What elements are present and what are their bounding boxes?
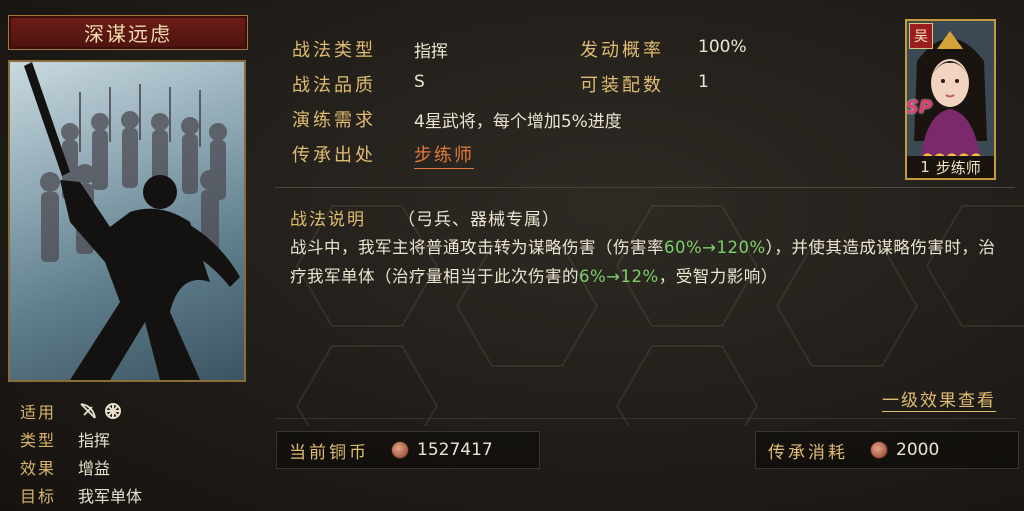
type-label: 类型 [20,431,57,450]
currency-panel: 当前铜币 1527417 [276,431,540,469]
hero-name-bar: 1 步练师 [907,156,994,178]
hero-level: 1 [920,158,930,176]
copper-coin-icon [870,441,888,459]
usable-label: 适用 [20,403,57,422]
effect-value: 增益 [78,459,111,478]
cost-panel: 传承消耗 2000 [755,431,1019,469]
effect-label: 效果 [20,459,57,478]
trigger-rate-label: 发动概率 [580,40,664,61]
skill-title-banner: 深谋远虑 [8,15,248,50]
requirement-label: 演练需求 [292,110,376,131]
hero-card[interactable]: 吴 SP ●●●●● 1 步练师 [905,19,996,180]
stat-type-value: 指挥 [414,42,448,62]
siege-wheel-icon [105,403,121,419]
source-label: 传承出处 [292,145,376,166]
equip-count-value: 1 [698,72,709,92]
hero-name: 步练师 [935,158,981,177]
usable-row: 适用 [20,399,124,423]
description-tag: （弓兵、器械专属） [398,210,560,230]
target-row: 目标 我军单体 [20,483,142,507]
type-value: 指挥 [78,431,111,450]
trigger-rate-value: 100% [698,37,747,57]
target-value: 我军单体 [78,487,143,506]
section-divider [275,187,1015,188]
description-text: 战斗中，我军主将普通攻击转为谋略伤害（伤害率60%→120%），并使其造成谋略伤… [290,238,996,286]
cost-label: 传承消耗 [768,442,848,463]
copper-coin-icon [391,441,409,459]
type-row: 类型 指挥 [20,427,110,451]
bow-icon [80,403,96,419]
usable-icons [80,403,121,419]
quality-label: 战法品质 [292,75,376,96]
bottom-divider [275,418,1015,419]
skill-artwork [8,60,246,382]
requirement-value: 4星武将，每个增加5%进度 [414,112,622,132]
description-title: 战法说明 [290,210,366,230]
stat-type-label: 战法类型 [292,40,376,61]
level-one-effect-link[interactable]: 一级效果查看 [882,386,996,412]
currency-label: 当前铜币 [289,442,369,463]
cost-value: 2000 [896,440,940,460]
target-label: 目标 [20,487,57,506]
effect-row: 效果 增益 [20,455,110,479]
faction-badge: 吴 [909,23,933,49]
heal-rate: 6%→12% [579,267,659,286]
sp-tag: SP [906,97,933,118]
quality-value: S [414,72,425,92]
damage-rate: 60%→120% [664,238,766,257]
currency-value: 1527417 [417,440,493,460]
source-link[interactable]: 步练师 [414,141,474,169]
skill-name: 深谋远虑 [84,22,172,46]
equip-count-label: 可装配数 [580,75,664,96]
